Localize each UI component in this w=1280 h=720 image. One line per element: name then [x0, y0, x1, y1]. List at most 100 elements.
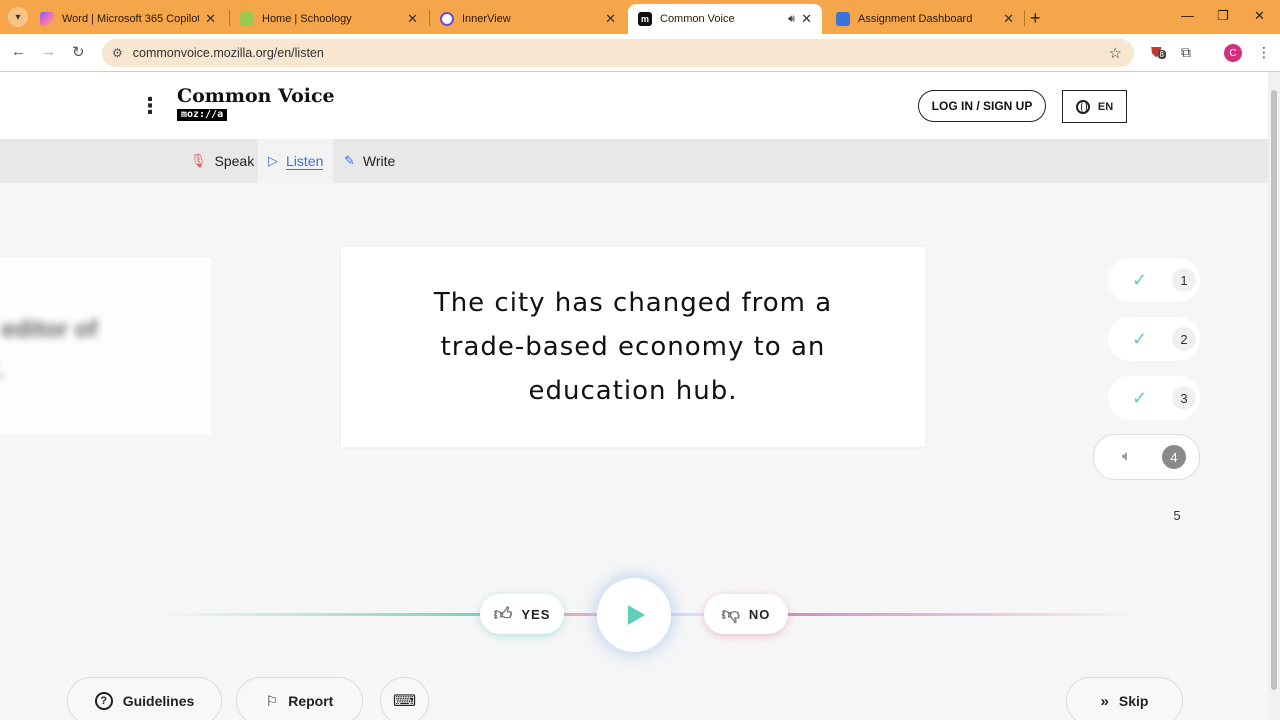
report-button[interactable]: ⚐ Report	[236, 677, 363, 720]
previous-clip-text: ry editor of s".	[0, 316, 98, 383]
close-tab-icon[interactable]: ✕	[407, 11, 418, 27]
tab-speak[interactable]: 🎙︎ Speak	[190, 139, 254, 183]
profile-avatar[interactable]: C	[1224, 44, 1242, 62]
minimize-icon[interactable]: —	[1181, 8, 1194, 23]
new-tab-icon[interactable]: +	[1030, 8, 1041, 29]
innerview-icon	[440, 12, 454, 26]
tab-listen[interactable]: ▷ Listen	[258, 139, 334, 183]
close-tab-icon[interactable]: ✕	[605, 11, 616, 27]
login-signup-button[interactable]: LOG IN / SIGN UP	[918, 90, 1046, 122]
step-number: 1	[1172, 268, 1196, 292]
browser-tab-strip: ▾ Word | Microsoft 365 Copilot ✕ Home | …	[0, 0, 1280, 34]
tab-innerview[interactable]: InnerView ✕	[430, 4, 626, 34]
login-label: LOG IN / SIGN UP	[931, 99, 1033, 113]
tab-title: InnerView	[462, 13, 511, 25]
close-tab-icon[interactable]: ✕	[801, 11, 812, 27]
progress-step-1: ✓ 1	[1108, 258, 1200, 302]
tab-common-voice[interactable]: m Common Voice 🔊︎ ✕	[628, 4, 822, 34]
scrollbar-thumb[interactable]	[1271, 90, 1277, 690]
sentence-card: The city has changed from a trade-based …	[341, 247, 925, 447]
common-voice-icon: m	[638, 12, 652, 26]
waveform-left	[160, 613, 490, 616]
progress-step-5: 5	[1173, 508, 1181, 523]
menu-kebab-icon[interactable]: ⋮	[139, 95, 161, 117]
keyboard-icon: ⌨	[392, 693, 417, 710]
tab-title: Word | Microsoft 365 Copilot	[62, 13, 200, 25]
keyboard-shortcuts-button[interactable]: ⌨	[380, 677, 429, 720]
common-voice-page: ⋮ Common Voice moz://a LOG IN / SIGN UP …	[0, 72, 1268, 720]
tab-assignment-dashboard[interactable]: Assignment Dashboard ✕	[826, 4, 1024, 34]
close-tab-icon[interactable]: ✕	[1003, 11, 1014, 27]
thumbs-up-icon: 👍︎	[493, 604, 514, 624]
close-window-icon[interactable]: ✕	[1254, 8, 1265, 24]
vote-no-button[interactable]: 👎︎ NO	[704, 594, 788, 634]
mozilla-logo[interactable]: moz://a	[177, 109, 228, 121]
pencil-icon: ✎	[344, 153, 355, 168]
check-icon: ✓	[1132, 269, 1148, 290]
report-label: Report	[288, 693, 334, 709]
browser-menu-icon[interactable]: ⋮	[1257, 44, 1271, 61]
tab-write[interactable]: ✎ Write	[344, 139, 395, 183]
extensions-puzzle-icon[interactable]: ⧉	[1181, 44, 1191, 61]
progress-step-2: ✓ 2	[1108, 317, 1200, 361]
tab-title: Common Voice	[660, 13, 735, 25]
previous-clip-card: ry editor of s".	[0, 258, 211, 434]
thumbs-down-icon: 👎︎	[721, 604, 741, 624]
language-button[interactable]: EN	[1062, 90, 1127, 123]
url-text[interactable]: commonvoice.mozilla.org/en/listen	[133, 46, 324, 60]
vote-yes-button[interactable]: 👍︎ YES	[480, 594, 564, 634]
waveform-right	[780, 613, 1140, 616]
tab-word[interactable]: Word | Microsoft 365 Copilot ✕	[30, 4, 226, 34]
copilot-icon	[40, 12, 54, 26]
step-number: 3	[1172, 386, 1196, 410]
guidelines-button[interactable]: ? Guidelines	[67, 677, 222, 720]
tab-speak-label: Speak	[214, 153, 255, 169]
check-icon: ✓	[1132, 387, 1148, 408]
reload-icon[interactable]: ↻	[72, 43, 85, 61]
skip-button[interactable]: » Skip	[1066, 677, 1183, 720]
tab-search-button[interactable]: ▾	[8, 7, 28, 27]
progress-step-4: 🔈︎ 4	[1093, 434, 1200, 480]
microphone-icon: 🎙︎	[190, 153, 207, 168]
guidelines-label: Guidelines	[122, 693, 195, 709]
browser-toolbar: ← → ↻ ⚙ commonvoice.mozilla.org/en/liste…	[0, 34, 1280, 72]
extension-shield-icon[interactable]: ⛊8	[1151, 44, 1166, 61]
tab-listen-label: Listen	[286, 152, 324, 170]
tab-title: Assignment Dashboard	[858, 13, 973, 25]
play-icon	[627, 605, 645, 625]
no-label: NO	[748, 606, 771, 622]
bookmark-star-icon[interactable]: ☆	[1109, 44, 1122, 62]
step-number: 4	[1162, 445, 1186, 469]
schoology-icon	[240, 12, 254, 26]
forward-icon[interactable]: →	[41, 43, 56, 60]
tab-separator	[1024, 10, 1025, 26]
yes-label: YES	[521, 606, 551, 622]
address-bar[interactable]: ⚙ commonvoice.mozilla.org/en/listen ☆	[102, 39, 1134, 67]
language-label: EN	[1097, 100, 1114, 113]
tab-write-label: Write	[362, 153, 396, 169]
play-clip-button[interactable]	[597, 578, 671, 652]
play-outline-icon: ▷	[268, 153, 278, 168]
page-scrollbar[interactable]	[1268, 72, 1280, 720]
progress-step-3: ✓ 3	[1108, 376, 1200, 420]
restore-icon[interactable]: ❐	[1217, 8, 1229, 24]
logo-title[interactable]: Common Voice	[177, 85, 335, 107]
skip-label: Skip	[1118, 693, 1149, 709]
globe-icon	[1075, 99, 1090, 114]
flag-icon: ⚐	[265, 692, 279, 709]
help-circle-icon: ?	[94, 692, 113, 710]
step-number: 2	[1172, 327, 1196, 351]
assignment-dashboard-icon	[836, 12, 850, 26]
sentence-text: The city has changed from a trade-based …	[433, 288, 833, 406]
speaker-icon: 🔈︎	[1122, 448, 1132, 465]
check-icon: ✓	[1132, 328, 1148, 349]
tab-title: Home | Schoology	[262, 13, 352, 25]
contribute-subnav: 🎙︎ Speak ▷ Listen ✎ Write	[0, 139, 1268, 183]
double-chevron-right-icon: »	[1100, 692, 1109, 710]
close-tab-icon[interactable]: ✕	[205, 11, 216, 27]
tab-schoology[interactable]: Home | Schoology ✕	[230, 4, 428, 34]
site-info-icon[interactable]: ⚙	[112, 46, 123, 60]
back-icon[interactable]: ←	[11, 43, 26, 60]
site-header: ⋮ Common Voice moz://a LOG IN / SIGN UP …	[0, 72, 1268, 139]
audio-playing-icon[interactable]: 🔊︎	[788, 13, 795, 26]
